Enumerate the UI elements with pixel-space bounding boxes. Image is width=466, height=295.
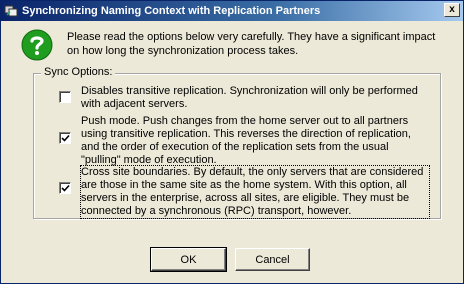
- sync-options-label: Sync Options:: [41, 66, 116, 79]
- checkbox-disable-transitive[interactable]: [59, 91, 71, 103]
- dialog-window: Synchronizing Naming Context with Replic…: [0, 0, 464, 284]
- question-icon: [21, 29, 53, 64]
- checkbox-push-mode[interactable]: [59, 132, 71, 144]
- checkbox-cross-site[interactable]: [59, 182, 71, 194]
- app-icon: [4, 4, 18, 18]
- ok-button[interactable]: OK: [150, 247, 227, 272]
- close-button[interactable]: x: [444, 3, 460, 17]
- checkmark-icon: [61, 184, 70, 192]
- option-push-mode-label[interactable]: Push mode. Push changes from the home se…: [81, 115, 429, 167]
- window-title: Synchronizing Naming Context with Replic…: [22, 5, 321, 17]
- cancel-button[interactable]: Cancel: [235, 248, 310, 271]
- checkmark-icon: [61, 134, 70, 142]
- intro-text: Please read the options below very caref…: [67, 31, 436, 57]
- option-cross-site-label[interactable]: Cross site boundaries. By default, the o…: [80, 165, 430, 219]
- title-bar[interactable]: Synchronizing Naming Context with Replic…: [1, 1, 463, 21]
- option-disable-transitive-label[interactable]: Disables transitive replication. Synchro…: [81, 85, 429, 111]
